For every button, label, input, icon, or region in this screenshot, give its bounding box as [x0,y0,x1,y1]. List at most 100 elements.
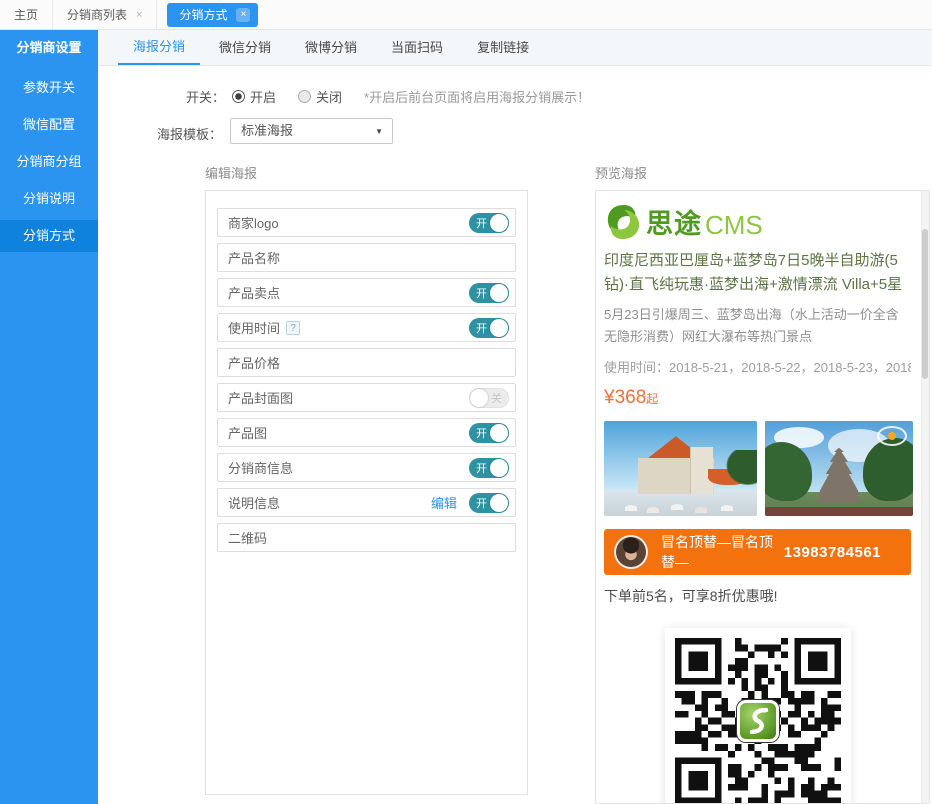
tab-poster-distribution[interactable]: 海报分销 [118,30,200,65]
distributor-avatar [614,535,648,569]
radio-off-label: 关闭 [316,87,342,106]
radio-on[interactable]: 开启 [232,87,276,106]
app-window: 主页 分销商列表 × 分销方式 × 分销商设置 海报分销 微信分销 微博分销 当… [0,0,932,804]
scrollbar-thumb[interactable] [922,229,928,379]
editor-row: 产品封面图 关 [217,383,516,412]
editor-row-label: 说明信息 [228,493,280,512]
chevron-down-icon: ▼ [375,120,383,144]
editor-row: 产品图 开 [217,418,516,447]
switch-note: *开启后前台页面将启用海报分销展示！ [364,87,590,106]
poster-template-value: 标准海报 [241,123,293,138]
distributor-name: 冒名顶替—冒名顶替— [661,532,784,572]
poster-image-beach-house [604,421,757,516]
editor-row: 分销商信息 开 [217,453,516,482]
poster-editor-panel: 商家logo 开 产品名称 产品卖点 开 使用时间 ? [205,190,528,795]
toggle-switch[interactable]: 开 [469,423,509,443]
toggle-knob [490,284,508,302]
window-tab-bar: 主页 分销商列表 × 分销方式 × [0,0,932,30]
product-image-row [604,421,911,516]
editor-row: 商家logo 开 [217,208,516,237]
preview-scrollbar[interactable] [921,191,929,803]
editor-row-label: 二维码 [228,528,267,547]
toggle-switch[interactable]: 开 [469,213,509,233]
window-tab-label: 主页 [14,6,38,23]
price-symbol: ¥ [604,387,615,408]
leaf-swirl-icon [604,203,642,241]
module-tab-bar: 海报分销 微信分销 微博分销 当面扫码 复制链接 [98,30,932,66]
sidebar-item-distribution-notes[interactable]: 分销说明 [0,183,98,215]
radio-unselected-icon [298,90,311,103]
toggle-switch[interactable]: 开 [469,318,509,338]
toggle-knob [490,494,508,512]
promo-note: 下单前5名，可享8折优惠哦! [604,586,911,606]
toggle-state-label: 关 [491,390,502,406]
toggle-switch[interactable]: 开 [469,283,509,303]
edit-link[interactable]: 编辑 [431,493,457,512]
sub-header-bar: 分销商设置 海报分销 微信分销 微博分销 当面扫码 复制链接 [0,30,932,66]
editor-row-label: 使用时间 [228,318,280,337]
editor-row-label: 商家logo [228,213,279,232]
toggle-state-label: 开 [476,495,487,511]
logo-brand-text: 思途 [646,202,702,241]
editor-row: 产品卖点 开 [217,278,516,307]
logo-suffix-text: CMS [705,210,763,241]
sidebar-item-distribution-mode[interactable]: 分销方式 [0,220,98,252]
template-label: 海报模板： [98,124,222,143]
toggle-switch[interactable]: 开 [469,493,509,513]
sidebar-item-wechat-config[interactable]: 微信配置 [0,109,98,141]
toggle-switch[interactable]: 关 [469,388,509,408]
editor-row-label: 产品名称 [228,248,280,267]
close-icon[interactable]: × [236,8,250,22]
close-icon[interactable]: × [136,9,142,21]
editor-row-label: 产品图 [228,423,267,442]
toggle-knob [490,424,508,442]
editor-row-label: 产品卖点 [228,283,280,302]
poster-image-temple-gate [765,421,913,516]
toggle-knob [470,389,488,407]
watermark-icon [877,426,907,446]
leaf-swirl-icon [740,703,776,739]
toggle-state-label: 开 [476,285,487,301]
tab-wechat-distribution[interactable]: 微信分销 [204,30,286,65]
editor-row: 二维码 [217,523,516,552]
sidebar-item-distributor-group[interactable]: 分销商分组 [0,146,98,178]
tab-weibo-distribution[interactable]: 微博分销 [290,30,372,65]
qr-code [665,628,851,804]
radio-on-label: 开启 [250,87,276,106]
window-tab-label: 分销方式 [179,6,227,23]
switch-label: 开关： [98,87,225,106]
toggle-knob [490,459,508,477]
tab-face-scan[interactable]: 当面扫码 [376,30,458,65]
toggle-knob [490,214,508,232]
editor-row-label: 分销商信息 [228,458,293,477]
distributor-phone: 13983784561 [784,544,881,561]
main-content: 开关： 开启 关闭 *开启后前台页面将启用海报分销展示！ 海报模板： 标准海报 … [98,66,932,804]
sidebar-header: 分销商设置 [0,30,98,66]
tab-copy-link[interactable]: 复制链接 [462,30,544,65]
toggle-state-label: 开 [476,320,487,336]
radio-off[interactable]: 关闭 [298,87,342,106]
toggle-knob [490,319,508,337]
distributor-bar: 冒名顶替—冒名顶替— 13983784561 [604,529,911,575]
radio-selected-icon [232,90,245,103]
editor-row-list: 商家logo 开 产品名称 产品卖点 开 使用时间 ? [217,208,516,552]
product-price: ¥368起 [604,387,911,409]
help-icon[interactable]: ? [286,321,300,335]
poster-preview-panel: 思途 CMS 印度尼西亚巴厘岛+蓝梦岛7日5晚半自助游(5钻)·直飞纯玩惠·蓝梦… [595,190,930,804]
poster-template-select[interactable]: 标准海报 ▼ [230,118,393,144]
sidebar-item-param-switch[interactable]: 参数开关 [0,72,98,104]
toggle-switch[interactable]: 开 [469,458,509,478]
editor-row: 说明信息 编辑 开 [217,488,516,517]
product-title: 印度尼西亚巴厘岛+蓝梦岛7日5晚半自助游(5钻)·直飞纯玩惠·蓝梦出海+激情漂流… [604,249,911,297]
toggle-state-label: 开 [476,460,487,476]
price-value: 368 [615,387,647,408]
switch-radio-group: 开启 关闭 *开启后前台页面将启用海报分销展示！ [232,87,590,106]
window-tab-distribution-mode[interactable]: 分销方式 × [167,3,258,27]
window-tab-distributor-list[interactable]: 分销商列表 × [53,0,157,29]
situ-cms-logo: 思途 CMS [604,201,911,241]
editor-row-label: 产品封面图 [228,388,293,407]
product-selling-point: 5月23日引爆周三、蓝梦岛出海（水上活动一价全含无隐形消费）网红大瀑布等热门景点 [604,304,911,348]
window-tab-home[interactable]: 主页 [0,0,53,29]
toggle-state-label: 开 [476,425,487,441]
window-tab-label: 分销商列表 [67,6,127,23]
